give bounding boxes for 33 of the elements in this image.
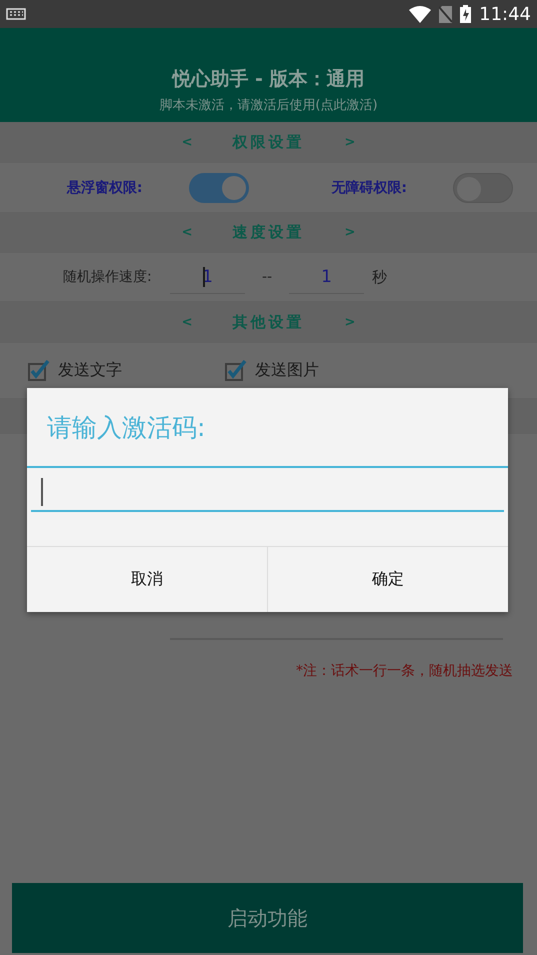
note-text: *注：话术一行一条，随机抽选发送 <box>296 662 513 680</box>
unit-label: 秒 <box>372 268 387 286</box>
no-sim-icon <box>439 6 452 22</box>
section-title: 其他设置 <box>232 312 304 332</box>
section-title: 速度设置 <box>232 223 304 242</box>
toggle-switch[interactable] <box>453 172 513 202</box>
previous-arrow[interactable]: < <box>182 225 192 240</box>
range-dash: -- <box>260 269 274 285</box>
next-arrow[interactable]: > <box>344 135 356 150</box>
keyboard-icon <box>6 8 26 20</box>
checkbox[interactable] <box>28 360 50 382</box>
activation-link[interactable]: 脚本未激活，请激活后使用(点此激活) <box>159 96 378 114</box>
section-title: 权限设置 <box>232 133 304 152</box>
checkbox-label: 发送图片 <box>255 360 319 381</box>
app-title: 悦心助手 - 版本：通用 <box>172 67 365 92</box>
checkbox-label: 发送文字 <box>58 360 122 381</box>
permission-label: 悬浮窗权限: <box>66 178 142 196</box>
permission-label: 无障碍权限: <box>331 178 407 196</box>
confirm-button[interactable]: 确定 <box>267 547 508 612</box>
dialog-title: 请输入激活码: <box>47 412 206 444</box>
clock-text: 11:44 <box>479 4 531 24</box>
max-speed-field[interactable]: 1 <box>289 260 364 294</box>
start-button[interactable]: 启动功能 <box>12 883 523 953</box>
next-arrow[interactable]: > <box>344 225 356 240</box>
checkbox[interactable] <box>225 360 247 382</box>
toggle-switch[interactable] <box>188 172 248 202</box>
next-arrow[interactable]: > <box>344 314 356 330</box>
previous-arrow[interactable]: < <box>182 135 192 150</box>
battery-charging-icon <box>460 5 472 23</box>
speed-label: 随机操作速度: <box>63 268 153 286</box>
previous-arrow[interactable]: < <box>182 314 192 330</box>
cancel-button[interactable]: 取消 <box>27 547 267 612</box>
wifi-icon <box>409 6 432 22</box>
